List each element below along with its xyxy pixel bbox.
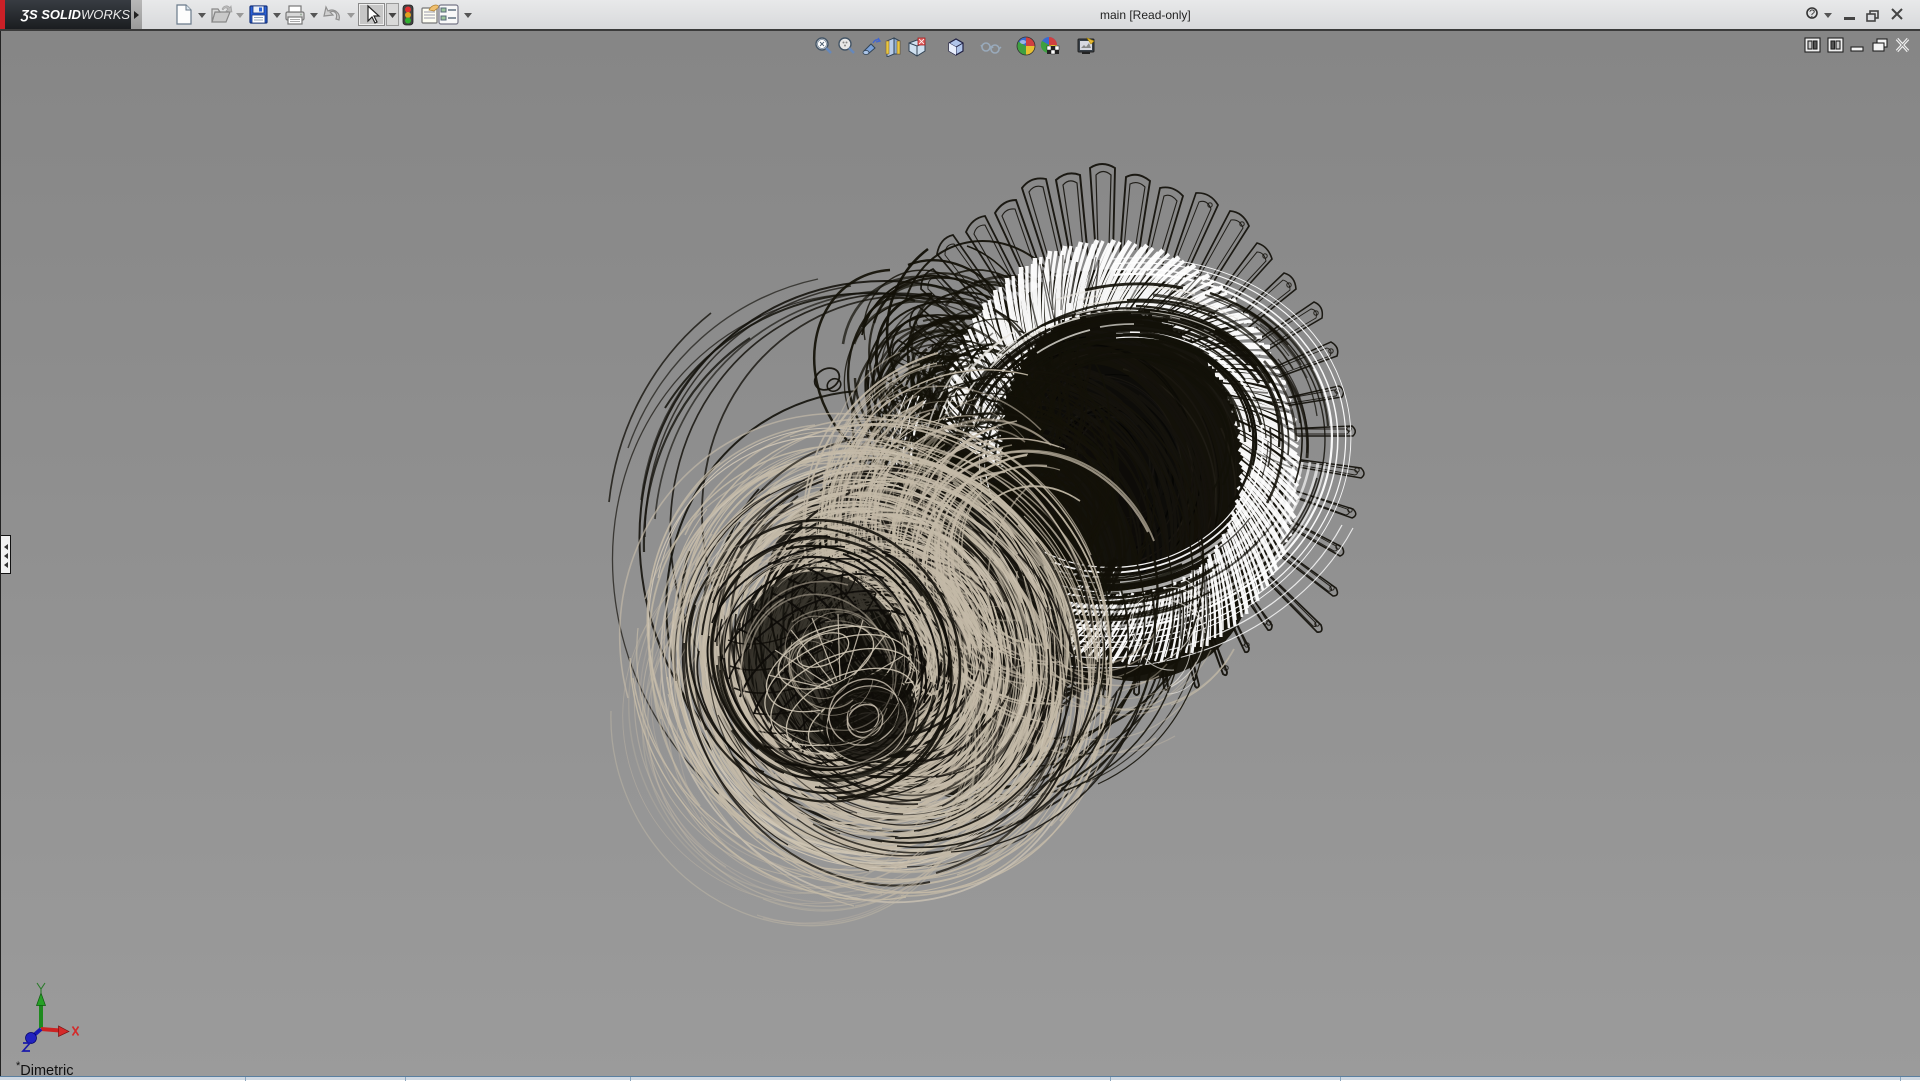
svg-text:?: ? [1809,8,1815,20]
